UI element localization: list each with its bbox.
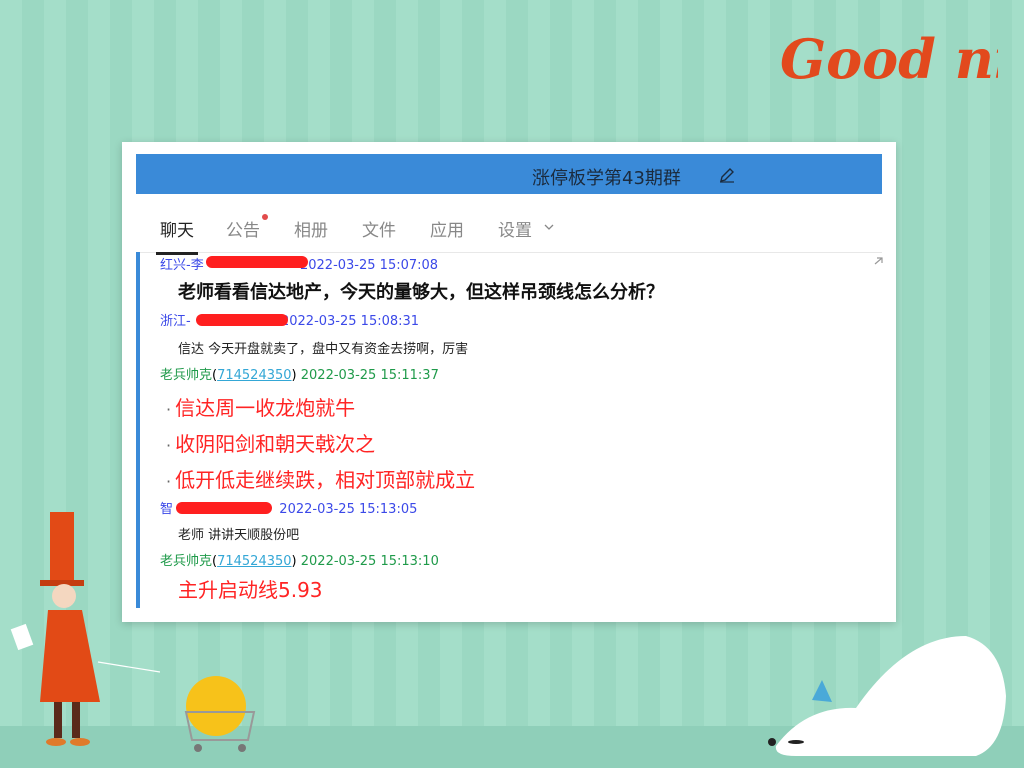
- collapse-icon[interactable]: [874, 256, 884, 266]
- man-illustration: [10, 512, 160, 746]
- message-text: 老师 讲讲天顺股份吧: [178, 528, 300, 543]
- chat-message-area[interactable]: 红兴-李 2022-03-25 15:07:08 老师看看信达地产，今天的量够大…: [136, 252, 886, 608]
- redaction-mark: [206, 256, 308, 268]
- message-header: 老兵帅克(714524350) 2022-03-25 15:13:10: [160, 554, 439, 569]
- sender-name: 红兴-李: [160, 258, 204, 273]
- message-time: 2022-03-25 15:07:08: [299, 258, 439, 273]
- message-text: 信达 今天开盘就卖了，盘中又有资金去捞啊，厉害: [178, 342, 469, 357]
- tab-announcement[interactable]: 公告: [226, 216, 260, 241]
- message-text: 老师看看信达地产，今天的量够大，但这样吊颈线怎么分析？: [178, 282, 664, 303]
- sender-name: 老兵帅克: [160, 554, 213, 569]
- message-line: · 收阴阳剑和朝天戟次之: [166, 432, 376, 456]
- edit-icon[interactable]: [718, 166, 736, 184]
- message-time: 2022-03-25 15:08:31: [280, 314, 420, 329]
- bullet-icon: ·: [166, 472, 172, 491]
- sender-name: 智: [160, 502, 174, 517]
- qq-number-link[interactable]: 714524350: [217, 554, 291, 569]
- bullet-icon: ·: [166, 436, 172, 455]
- message-text: 主升启动线5.93: [178, 578, 323, 602]
- message-line: · 低开低走继续跌，相对顶部就成立: [166, 468, 476, 492]
- greeting-text: Good night: [780, 27, 998, 91]
- redaction-mark: [196, 314, 288, 326]
- tab-bar: 聊天 公告 相册 文件 应用 设置: [136, 202, 882, 255]
- tab-files[interactable]: 文件: [362, 216, 396, 241]
- sender-name: 老兵帅克: [160, 368, 213, 383]
- notification-dot: [262, 214, 268, 220]
- message-line: · 信达周一收龙炮就牛: [166, 396, 356, 420]
- polar-bear-illustration: [768, 636, 1006, 756]
- tab-chat[interactable]: 聊天: [156, 216, 198, 255]
- bullet-icon: ·: [166, 400, 172, 419]
- message-header: 老兵帅克(714524350) 2022-03-25 15:11:37: [160, 368, 439, 383]
- qq-number-link[interactable]: 714524350: [217, 368, 291, 383]
- group-title: 涨停板学第43期群: [532, 168, 681, 189]
- redaction-mark: [176, 502, 272, 514]
- cart-illustration: [184, 676, 256, 752]
- tab-apps[interactable]: 应用: [430, 216, 464, 241]
- good-night-greeting: Good night: [780, 27, 998, 91]
- chevron-down-icon[interactable]: [544, 222, 554, 232]
- sender-name: 浙江-: [160, 314, 191, 329]
- tab-album[interactable]: 相册: [294, 216, 328, 241]
- title-bar: 涨停板学第43期群: [136, 154, 882, 194]
- message-time: 2022-03-25 15:11:37: [300, 368, 439, 383]
- chat-window: 涨停板学第43期群 聊天 公告 相册 文件 应用 设置 红兴-李 2022-03…: [122, 142, 896, 622]
- message-time: 2022-03-25 15:13:05: [279, 502, 418, 517]
- tab-settings[interactable]: 设置: [498, 216, 532, 241]
- message-time: 2022-03-25 15:13:10: [300, 554, 439, 569]
